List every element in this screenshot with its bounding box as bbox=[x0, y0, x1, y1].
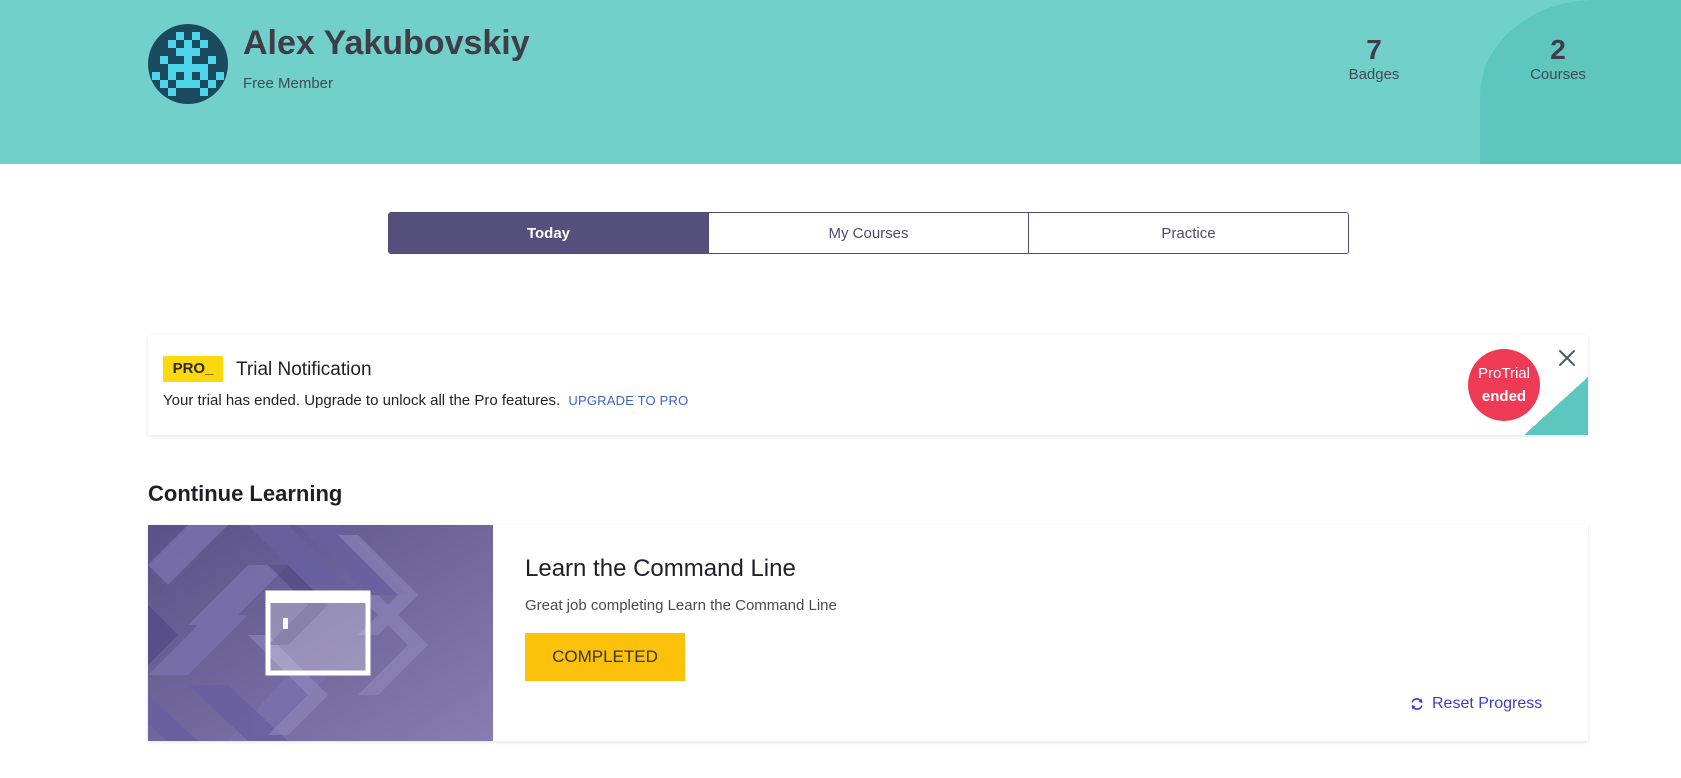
courses-count: 2 bbox=[1550, 34, 1566, 65]
pro-badge: PRO_ bbox=[163, 356, 223, 382]
dashboard-tabs: Today My Courses Practice bbox=[388, 212, 1349, 254]
tab-my-courses[interactable]: My Courses bbox=[709, 213, 1029, 253]
courses-label: Courses bbox=[1530, 66, 1586, 83]
course-title[interactable]: Learn the Command Line bbox=[525, 555, 796, 583]
course-description: Great job completing Learn the Command L… bbox=[525, 597, 837, 614]
refresh-icon bbox=[1411, 698, 1423, 710]
reset-progress-label: Reset Progress bbox=[1432, 695, 1543, 712]
tab-practice[interactable]: Practice bbox=[1029, 213, 1348, 253]
terminal-window-icon bbox=[148, 525, 493, 741]
continue-learning-heading: Continue Learning bbox=[148, 481, 343, 506]
user-name: Alex Yakubovskiy bbox=[243, 24, 530, 62]
badges-count: 7 bbox=[1366, 34, 1382, 65]
course-card[interactable]: Learn the Command Line Great job complet… bbox=[148, 525, 1588, 741]
course-thumbnail[interactable] bbox=[148, 525, 493, 741]
trial-status-badge: ProTrial ended bbox=[1468, 349, 1540, 421]
badges-label: Badges bbox=[1348, 66, 1400, 83]
completed-button[interactable]: COMPLETED bbox=[525, 633, 685, 681]
avatar[interactable] bbox=[148, 24, 228, 104]
notification-message-text: Your trial has ended. Upgrade to unlock … bbox=[163, 392, 561, 409]
reset-progress-link[interactable]: Reset Progress bbox=[1410, 695, 1542, 713]
membership-label: Free Member bbox=[243, 75, 334, 92]
profile-header: Alex Yakubovskiy Free Member 7 Badges 2 … bbox=[0, 0, 1681, 164]
trial-status-line2: ended bbox=[1481, 388, 1527, 405]
close-icon[interactable] bbox=[1556, 347, 1578, 369]
tab-today[interactable]: Today bbox=[389, 213, 709, 253]
upgrade-to-pro-link[interactable]: UPGRADE TO PRO bbox=[568, 393, 688, 408]
badges-stat[interactable]: 7 Badges bbox=[1324, 34, 1424, 84]
courses-stat[interactable]: 2 Courses bbox=[1508, 34, 1608, 84]
notification-message: Your trial has ended. Upgrade to unlock … bbox=[163, 392, 688, 409]
trial-notification: PRO_ Trial Notification Your trial has e… bbox=[148, 335, 1588, 435]
trial-status-line1: ProTrial bbox=[1478, 365, 1530, 382]
notification-title: Trial Notification bbox=[236, 359, 372, 380]
pixel-avatar-icon bbox=[152, 32, 224, 96]
